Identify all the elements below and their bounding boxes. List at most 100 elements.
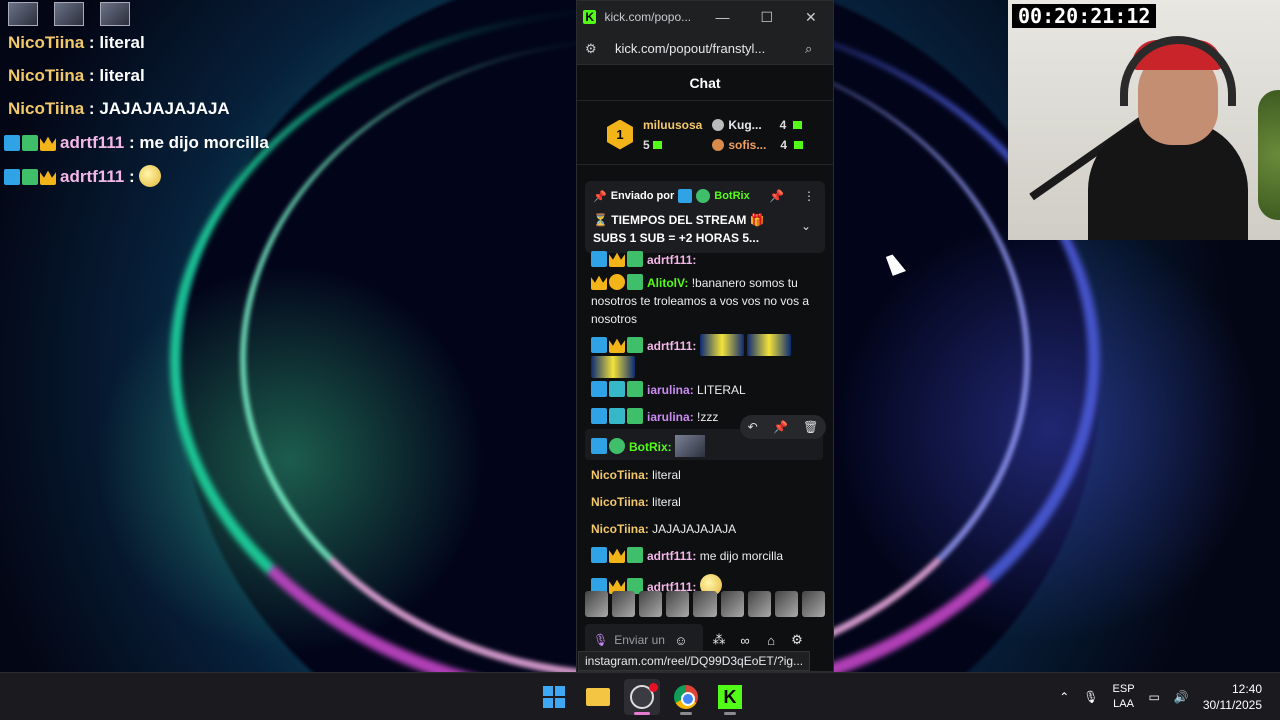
clock[interactable]: 12:40 30/11/2025 xyxy=(1203,681,1262,713)
chat-username[interactable]: iarulina xyxy=(647,383,690,397)
overlay-separator: : xyxy=(84,33,100,52)
window-titlebar[interactable]: K kick.com/popo... — ☐ ✕ xyxy=(577,1,833,33)
chat-username[interactable]: adrtf111 xyxy=(647,253,692,267)
moderator-badge-icon xyxy=(591,408,607,424)
pinned-message[interactable]: 📌 Enviado por BotRix ⏳ TIEMPOS DEL STREA… xyxy=(585,181,825,253)
chat-username[interactable]: AlitolV xyxy=(647,276,684,290)
chevron-down-icon[interactable]: ⌄ xyxy=(801,219,811,233)
leader-name[interactable]: sofis... xyxy=(728,138,766,152)
url-text[interactable]: kick.com/popout/franstyl... xyxy=(615,41,805,56)
chat-message[interactable]: iarulina: LITERAL xyxy=(577,375,833,402)
emote-icon[interactable] xyxy=(720,591,744,617)
running-indicator xyxy=(724,712,736,715)
overlay-message: adrtf111 : xyxy=(0,160,300,193)
chat-message[interactable]: adrtf111: xyxy=(577,251,833,271)
chat-message[interactable]: NicoTiina: literal xyxy=(577,460,833,487)
rank-two-icon xyxy=(712,118,725,131)
leader-name[interactable]: Kug... xyxy=(728,118,761,132)
emote-icon[interactable] xyxy=(585,591,609,617)
taskbar: K ⌃ 🎙 ESP LAA ▭ 🔊 12:40 30/11/2025 xyxy=(0,672,1280,720)
chat-message[interactable]: AlitolV: !bananero somos tu nosotros te … xyxy=(577,271,833,331)
pin-icon: 📌 xyxy=(593,190,607,203)
chat-message[interactable]: NicoTiina: literal xyxy=(577,487,833,514)
site-settings-icon[interactable]: ⚙ xyxy=(585,41,605,57)
chat-username[interactable]: NicoTiina xyxy=(591,468,645,482)
overlay-username: adrtf111 xyxy=(60,167,125,186)
obs-button[interactable] xyxy=(624,679,660,715)
chat-separator: : xyxy=(692,339,697,353)
microphone-tray-icon[interactable]: 🎙 xyxy=(1083,690,1098,704)
delete-icon[interactable]: 🗑 xyxy=(803,420,818,434)
emote-icon[interactable] xyxy=(639,591,663,617)
emote-icon[interactable] xyxy=(747,591,771,617)
leader-third[interactable]: sofis... 4 xyxy=(712,138,804,152)
start-button[interactable] xyxy=(536,679,572,715)
leader-second[interactable]: Kug... 4 xyxy=(712,118,803,132)
chat-message[interactable]: NicoTiina: JAJAJAJAJAJA xyxy=(577,514,833,541)
minimize-button[interactable]: — xyxy=(700,1,744,33)
language-indicator[interactable]: ESP LAA xyxy=(1113,682,1135,712)
folder-icon xyxy=(586,688,610,706)
message-actions-toolbar: ↶ 📌 🗑 xyxy=(740,415,826,439)
search-icon[interactable]: ⌕ xyxy=(805,41,825,57)
kick-button[interactable]: K xyxy=(712,679,748,715)
chrome-button[interactable] xyxy=(668,679,704,715)
overlay-separator: : xyxy=(84,66,100,85)
emote-icon[interactable] xyxy=(666,591,690,617)
kick-chat-popout-window[interactable]: K kick.com/popo... — ☐ ✕ ⚙ kick.com/popo… xyxy=(576,0,834,672)
taxi-emote-icon xyxy=(699,334,744,356)
file-explorer-button[interactable] xyxy=(580,679,616,715)
unpin-icon[interactable]: 📌 xyxy=(769,189,784,203)
chat-username[interactable]: NicoTiina xyxy=(591,495,645,509)
gear-icon[interactable]: ⚙ xyxy=(787,632,807,648)
infinity-icon[interactable]: ∞ xyxy=(735,633,755,648)
subscriber-badge-icon xyxy=(627,381,643,397)
overlay-text: literal xyxy=(99,33,145,52)
window-title: kick.com/popo... xyxy=(604,10,692,24)
chevron-up-icon[interactable]: ⌃ xyxy=(1059,690,1069,704)
chat-message[interactable]: adrtf111: me dijo morcilla xyxy=(577,541,833,568)
chat-username[interactable]: iarulina xyxy=(647,410,690,424)
emote-icon[interactable] xyxy=(612,591,636,617)
reply-icon[interactable]: ↶ xyxy=(748,420,758,434)
user-badges xyxy=(4,135,56,151)
chat-text: JAJAJAJAJAJA xyxy=(652,522,737,536)
leader-name[interactable]: miluusosa xyxy=(643,118,702,132)
microphone-icon[interactable]: 🎙 xyxy=(593,633,608,647)
leader-count: 5 xyxy=(643,138,702,152)
chat-username[interactable]: adrtf111 xyxy=(647,339,692,353)
chat-username[interactable]: BotRix xyxy=(629,440,668,454)
address-bar[interactable]: ⚙ kick.com/popout/franstyl... ⌕ xyxy=(577,33,833,65)
recent-emotes-bar[interactable] xyxy=(585,591,825,617)
chat-username[interactable]: adrtf111 xyxy=(647,549,692,563)
volume-icon[interactable]: 🔊 xyxy=(1174,690,1189,704)
maximize-button[interactable]: ☐ xyxy=(745,1,789,33)
rank-one-icon: 1 xyxy=(606,119,633,150)
user-badges xyxy=(591,408,643,424)
network-icon[interactable]: ▭ xyxy=(1149,690,1160,704)
emote-icon[interactable] xyxy=(693,591,717,617)
taskbar-apps: K xyxy=(536,679,748,715)
user-badges xyxy=(591,438,625,454)
moderator-badge-icon xyxy=(678,189,693,203)
users-icon[interactable]: ⁂ xyxy=(709,632,729,648)
chat-username[interactable]: NicoTiina xyxy=(591,522,645,536)
rank-three-icon xyxy=(712,138,725,151)
close-button[interactable]: ✕ xyxy=(789,1,833,33)
pinned-author[interactable]: BotRix xyxy=(714,190,749,202)
system-tray: ⌃ 🎙 ESP LAA ▭ 🔊 12:40 30/11/2025 xyxy=(1059,673,1280,720)
emote-icon[interactable] xyxy=(774,591,798,617)
pin-message-icon[interactable]: 📌 xyxy=(773,420,788,434)
emote-picker-icon[interactable]: ☺ xyxy=(671,633,691,648)
store-icon[interactable]: ⌂ xyxy=(761,633,781,648)
crown-badge-icon xyxy=(40,136,56,151)
gift-icon xyxy=(794,140,804,149)
leader-first[interactable]: miluusosa 5 xyxy=(643,118,702,152)
more-options-icon[interactable]: ⋮ xyxy=(803,189,815,203)
clock-date: 30/11/2025 xyxy=(1202,698,1262,712)
image-thumbnail[interactable] xyxy=(675,435,706,457)
chat-message[interactable]: adrtf111: xyxy=(577,331,833,378)
crown-badge-icon xyxy=(40,170,56,185)
chat-text: LITERAL xyxy=(697,383,746,397)
emote-icon[interactable] xyxy=(801,591,825,617)
